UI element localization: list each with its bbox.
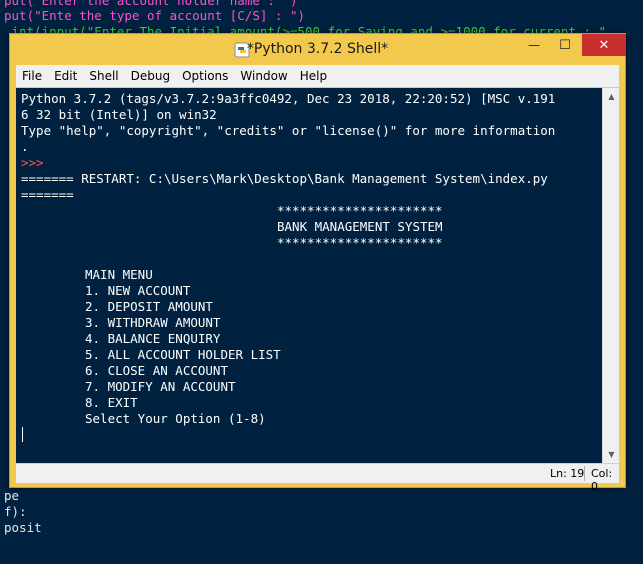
- line-number: Ln: 19: [550, 467, 585, 480]
- minimize-icon: —: [528, 38, 540, 52]
- status-divider: [584, 466, 585, 481]
- stars-line: **********************: [277, 235, 443, 250]
- menu-option: 4. BALANCE ENQUIRY: [85, 331, 221, 346]
- menu-shell[interactable]: Shell: [83, 65, 124, 87]
- scroll-down-icon[interactable]: ▼: [603, 446, 620, 463]
- vertical-scrollbar[interactable]: ▲ ▼: [602, 88, 619, 463]
- menu-option: 2. DEPOSIT AMOUNT: [85, 299, 213, 314]
- main-menu-heading: MAIN MENU: [85, 267, 153, 282]
- title-bar[interactable]: *Python 3.7.2 Shell* — ☐ ✕: [10, 34, 626, 65]
- menu-option: 1. NEW ACCOUNT: [85, 283, 191, 298]
- banner-line: Python 3.7.2 (tags/v3.7.2:9a3ffc0492, De…: [21, 91, 556, 106]
- menu-window[interactable]: Window: [234, 65, 293, 87]
- close-button[interactable]: ✕: [582, 34, 626, 56]
- bg-code-line: f):: [4, 504, 27, 519]
- text-cursor: [22, 427, 23, 442]
- scroll-up-icon[interactable]: ▲: [603, 88, 620, 105]
- restart-line: =======: [21, 187, 74, 202]
- restart-line: ======= RESTART: C:\Users\Mark\Desktop\B…: [21, 171, 548, 186]
- maximize-button[interactable]: ☐: [550, 34, 580, 56]
- maximize-icon: ☐: [559, 37, 571, 53]
- minimize-button[interactable]: —: [519, 34, 549, 56]
- menu-file[interactable]: File: [16, 65, 48, 87]
- select-prompt: Select Your Option (1-8): [85, 411, 266, 426]
- menu-edit[interactable]: Edit: [48, 65, 83, 87]
- menu-options[interactable]: Options: [176, 65, 234, 87]
- close-icon: ✕: [598, 37, 610, 53]
- banner-line: .: [21, 139, 29, 154]
- status-bar: Ln: 19 Col: 0: [16, 463, 619, 493]
- stars-line: **********************: [277, 203, 443, 218]
- menu-option: 6. CLOSE AN ACCOUNT: [85, 363, 228, 378]
- menu-option: 7. MODIFY AN ACCOUNT: [85, 379, 236, 394]
- bg-code-line: put("Ente the type of account [C/S] : "): [4, 8, 306, 23]
- python-shell-window: *Python 3.7.2 Shell* — ☐ ✕ File Edit She…: [9, 33, 626, 493]
- banner-line: 6 32 bit (Intel)] on win32: [21, 107, 217, 122]
- menu-help[interactable]: Help: [294, 65, 333, 87]
- bg-code-line: pe: [4, 488, 20, 503]
- bg-code-line: posit: [4, 520, 42, 535]
- program-heading: BANK MANAGEMENT SYSTEM: [277, 219, 443, 234]
- menu-option: 5. ALL ACCOUNT HOLDER LIST: [85, 347, 281, 362]
- menu-option: 3. WITHDRAW AMOUNT: [85, 315, 221, 330]
- column-number: Col: 0: [591, 467, 613, 493]
- menu-bar: File Edit Shell Debug Options Window Hel…: [16, 65, 619, 87]
- shell-prompt: >>>: [21, 155, 44, 170]
- shell-text-area[interactable]: Python 3.7.2 (tags/v3.7.2:9a3ffc0492, De…: [16, 88, 602, 463]
- menu-option: 8. EXIT: [85, 395, 138, 410]
- banner-line: Type "help", "copyright", "credits" or "…: [21, 123, 556, 138]
- menu-debug[interactable]: Debug: [125, 65, 176, 87]
